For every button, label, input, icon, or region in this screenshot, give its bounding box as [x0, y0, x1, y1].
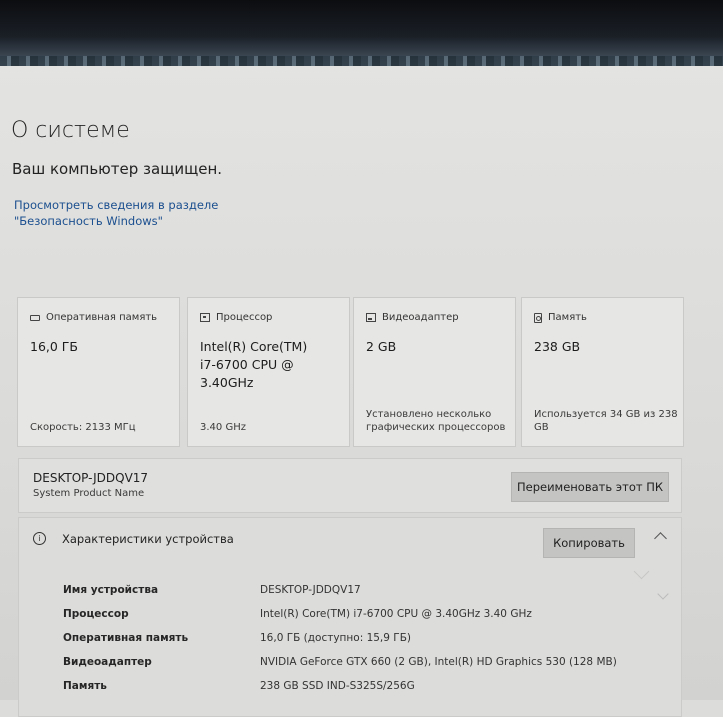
- spec-value: Intel(R) Core(TM) i7-6700 CPU @ 3.40GHz …: [260, 608, 532, 620]
- card-value: Intel(R) Core(TM) i7-6700 CPU @ 3.40GHz: [200, 339, 308, 390]
- card-cpu: Процессор Intel(R) Core(TM) i7-6700 CPU …: [187, 297, 350, 447]
- spec-row: Память 238 GB SSD IND-S325S/256G: [19, 680, 683, 700]
- rename-pc-button[interactable]: Переименовать этот ПК: [511, 472, 669, 502]
- storage-icon: [534, 312, 542, 323]
- spec-value: NVIDIA GeForce GTX 660 (2 GB), Intel(R) …: [260, 656, 617, 668]
- spec-row: Процессор Intel(R) Core(TM) i7-6700 CPU …: [19, 608, 683, 628]
- ram-icon: [30, 314, 40, 321]
- device-name: DESKTOP-JDDQV17: [33, 471, 149, 485]
- strip-edge: [0, 56, 723, 66]
- device-name-panel: DESKTOP-JDDQV17 System Product Name Пере…: [18, 458, 682, 513]
- spec-value: 16,0 ГБ (доступно: 15,9 ГБ): [260, 632, 411, 644]
- specs-title: Характеристики устройства: [62, 532, 234, 546]
- card-value: 16,0 ГБ: [30, 339, 79, 354]
- card-footer: 3.40 GHz: [200, 422, 246, 433]
- product-name: System Product Name: [33, 488, 145, 499]
- card-storage: Память 238 GB Используется 34 GB из 238 …: [521, 297, 684, 447]
- security-link[interactable]: Просмотреть сведения в разделе "Безопасн…: [14, 197, 294, 229]
- chevron-up-icon[interactable]: [654, 532, 667, 545]
- spec-value: DESKTOP-JDDQV17: [260, 584, 361, 596]
- spec-row: Оперативная память 16,0 ГБ (доступно: 15…: [19, 632, 683, 652]
- card-footer: Используется 34 GB из 238 GB: [534, 409, 678, 433]
- chevron-down-icon: [633, 563, 650, 580]
- card-ram: Оперативная память 16,0 ГБ Скорость: 213…: [17, 297, 180, 447]
- spec-label: Процессор: [63, 608, 129, 620]
- info-icon: i: [33, 532, 46, 545]
- card-footer: Установлено несколько графических процес…: [366, 409, 506, 433]
- card-footer: Скорость: 2133 МГц: [30, 422, 136, 433]
- copy-button[interactable]: Копировать: [543, 528, 635, 558]
- protection-status: Ваш компьютер защищен.: [12, 160, 223, 178]
- cpu-icon: [200, 313, 210, 322]
- spec-label: Оперативная память: [63, 632, 189, 644]
- card-gpu: Видеоадаптер 2 GB Установлено несколько …: [353, 297, 516, 447]
- settings-content: О системе Ваш компьютер защищен. Просмот…: [0, 66, 723, 717]
- spec-label: Имя устройства: [63, 584, 159, 596]
- card-label: Видеоадаптер: [382, 312, 459, 323]
- spec-label: Память: [63, 680, 107, 692]
- spec-label: Видеоадаптер: [63, 656, 152, 668]
- desktop-background-strip: [0, 0, 723, 66]
- card-value: 2 GB: [366, 339, 397, 354]
- spec-row: Видеоадаптер NVIDIA GeForce GTX 660 (2 G…: [19, 656, 683, 676]
- spec-row: Имя устройства DESKTOP-JDDQV17: [19, 584, 683, 604]
- card-label: Процессор: [216, 312, 273, 323]
- page-title: О системе: [11, 118, 130, 143]
- card-label: Память: [548, 312, 587, 323]
- card-value: 238 GB: [534, 339, 581, 354]
- spec-value: 238 GB SSD IND-S325S/256G: [260, 680, 415, 692]
- device-specs-panel: i Характеристики устройства Копировать И…: [18, 517, 682, 717]
- card-label: Оперативная память: [46, 312, 158, 323]
- gpu-icon: [366, 313, 376, 322]
